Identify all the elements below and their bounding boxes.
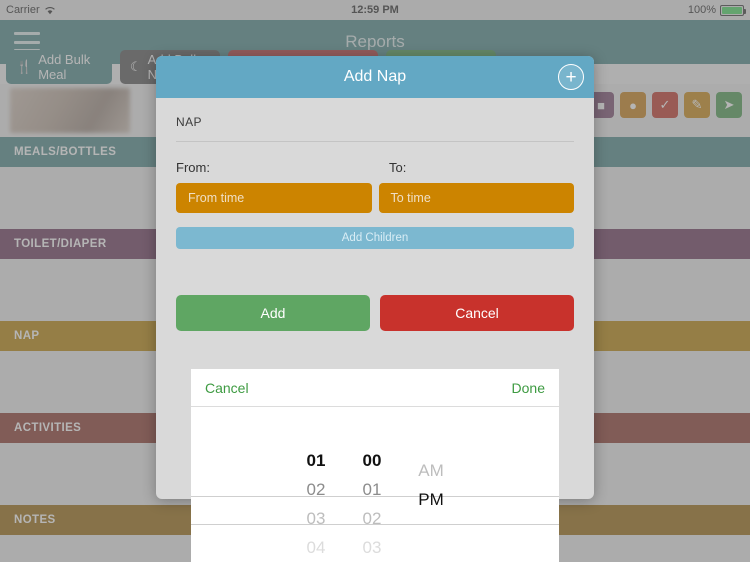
- time-input-row: From time To time: [176, 183, 574, 213]
- modal-body: NAP From: To: From time To time Add Chil…: [156, 102, 594, 331]
- from-to-label-row: From: To:: [176, 160, 574, 175]
- picker-done-button[interactable]: Done: [512, 380, 545, 396]
- from-label: From:: [176, 160, 210, 175]
- modal-title: Add Nap: [343, 68, 407, 85]
- hour-option-next-1[interactable]: 02: [288, 475, 344, 504]
- hour-option-next-3[interactable]: 04: [288, 533, 344, 562]
- picker-toolbar: Cancel Done: [191, 369, 559, 407]
- to-label: To:: [389, 160, 407, 175]
- picker-wheels: 01 02 03 04 00 01 02 03 AM PM: [191, 407, 559, 562]
- minute-wheel[interactable]: 00 01 02 03: [344, 407, 400, 562]
- cancel-button[interactable]: Cancel: [380, 295, 574, 331]
- time-picker-sheet: Cancel Done 01 02 03 04 00 01 02 03 AM P…: [191, 369, 559, 562]
- modal-action-row: Add Cancel: [176, 295, 574, 331]
- add-children-button[interactable]: Add Children: [176, 227, 574, 249]
- picker-cancel-button[interactable]: Cancel: [205, 380, 249, 396]
- modal-header: Add Nap +: [156, 56, 594, 98]
- hour-option-selected[interactable]: 01: [288, 446, 344, 475]
- hour-option-next-2[interactable]: 03: [288, 504, 344, 533]
- add-button[interactable]: Add: [176, 295, 370, 331]
- meridiem-option-blank-1: [400, 514, 462, 538]
- minute-option-next-2[interactable]: 02: [344, 504, 400, 533]
- meridiem-option-am[interactable]: AM: [400, 456, 462, 485]
- to-time-input[interactable]: To time: [378, 183, 574, 213]
- minute-option-prev[interactable]: [344, 433, 400, 446]
- nap-field-row[interactable]: NAP: [176, 102, 574, 142]
- meridiem-wheel[interactable]: AM PM: [400, 407, 462, 562]
- minute-option-next-1[interactable]: 01: [344, 475, 400, 504]
- nap-field-label: NAP: [176, 114, 202, 129]
- minute-option-selected[interactable]: 00: [344, 446, 400, 475]
- app-root: Carrier 12:59 PM 100% Reports 🍴 Add Bulk…: [0, 0, 750, 562]
- meridiem-option-selected[interactable]: PM: [400, 485, 462, 514]
- meridiem-option-blank-2: [400, 538, 462, 562]
- hour-wheel[interactable]: 01 02 03 04: [288, 407, 344, 562]
- from-time-input[interactable]: From time: [176, 183, 372, 213]
- plus-circle-icon[interactable]: +: [558, 64, 584, 90]
- hour-option-prev[interactable]: [288, 433, 344, 446]
- minute-option-next-3[interactable]: 03: [344, 533, 400, 562]
